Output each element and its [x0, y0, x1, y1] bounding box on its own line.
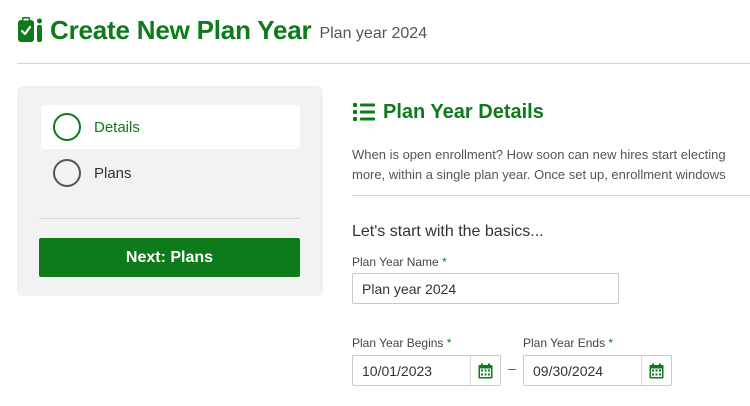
plan-year-begins-label: Plan Year Begins * — [352, 336, 501, 350]
plan-year-ends-input[interactable] — [524, 356, 634, 385]
plan-year-dates: Plan Year Begins * – Plan Year Ends * — [352, 336, 672, 386]
page-title: Create New Plan Year — [50, 14, 312, 45]
panel-divider — [39, 218, 300, 219]
label-text: Plan Year Begins — [352, 336, 444, 350]
section-header: Plan Year Details — [352, 96, 750, 128]
basics-heading: Let's start with the basics... — [352, 223, 544, 240]
plan-year-begins-field — [352, 355, 501, 386]
step-label: Details — [94, 118, 140, 136]
plan-year-name-label: Plan Year Name * — [352, 255, 750, 269]
plan-year-ends-label: Plan Year Ends * — [523, 336, 672, 350]
calendar-icon[interactable] — [641, 356, 671, 385]
label-text: Plan Year Name — [352, 255, 439, 269]
description-line: more, within a single plan year. Once se… — [352, 167, 726, 182]
plan-year-details-section: Plan Year Details When is open enrollmen… — [352, 96, 750, 304]
section-divider — [352, 195, 750, 196]
plan-year-begins-input[interactable] — [353, 356, 463, 385]
section-title: Plan Year Details — [383, 100, 544, 123]
required-marker: * — [608, 336, 614, 350]
steps-panel: Details Plans Next: Plans — [17, 86, 323, 296]
plan-year-begins-group: Plan Year Begins * — [352, 336, 501, 386]
date-separator: – — [508, 360, 516, 376]
page-header: Create New Plan Year Plan year 2024 — [16, 12, 427, 48]
plan-year-name-input[interactable] — [352, 273, 619, 304]
clipboard-check-icon — [16, 14, 44, 46]
list-icon — [352, 101, 376, 123]
step-details[interactable]: Details — [41, 105, 300, 149]
header-divider — [17, 63, 750, 64]
next-plans-button[interactable]: Next: Plans — [39, 238, 300, 277]
calendar-icon[interactable] — [470, 356, 500, 385]
step-circle-icon — [53, 159, 81, 187]
description-line: When is open enrollment? How soon can ne… — [352, 147, 726, 162]
required-marker: * — [446, 336, 452, 350]
page-subtitle: Plan year 2024 — [319, 24, 428, 42]
plan-year-ends-field — [523, 355, 672, 386]
step-label: Plans — [94, 164, 132, 182]
step-circle-icon — [53, 113, 81, 141]
plan-year-ends-group: Plan Year Ends * — [523, 336, 672, 386]
section-description: When is open enrollment? How soon can ne… — [352, 145, 750, 185]
required-marker: * — [442, 255, 447, 269]
step-plans[interactable]: Plans — [41, 151, 300, 195]
label-text: Plan Year Ends — [523, 336, 606, 350]
